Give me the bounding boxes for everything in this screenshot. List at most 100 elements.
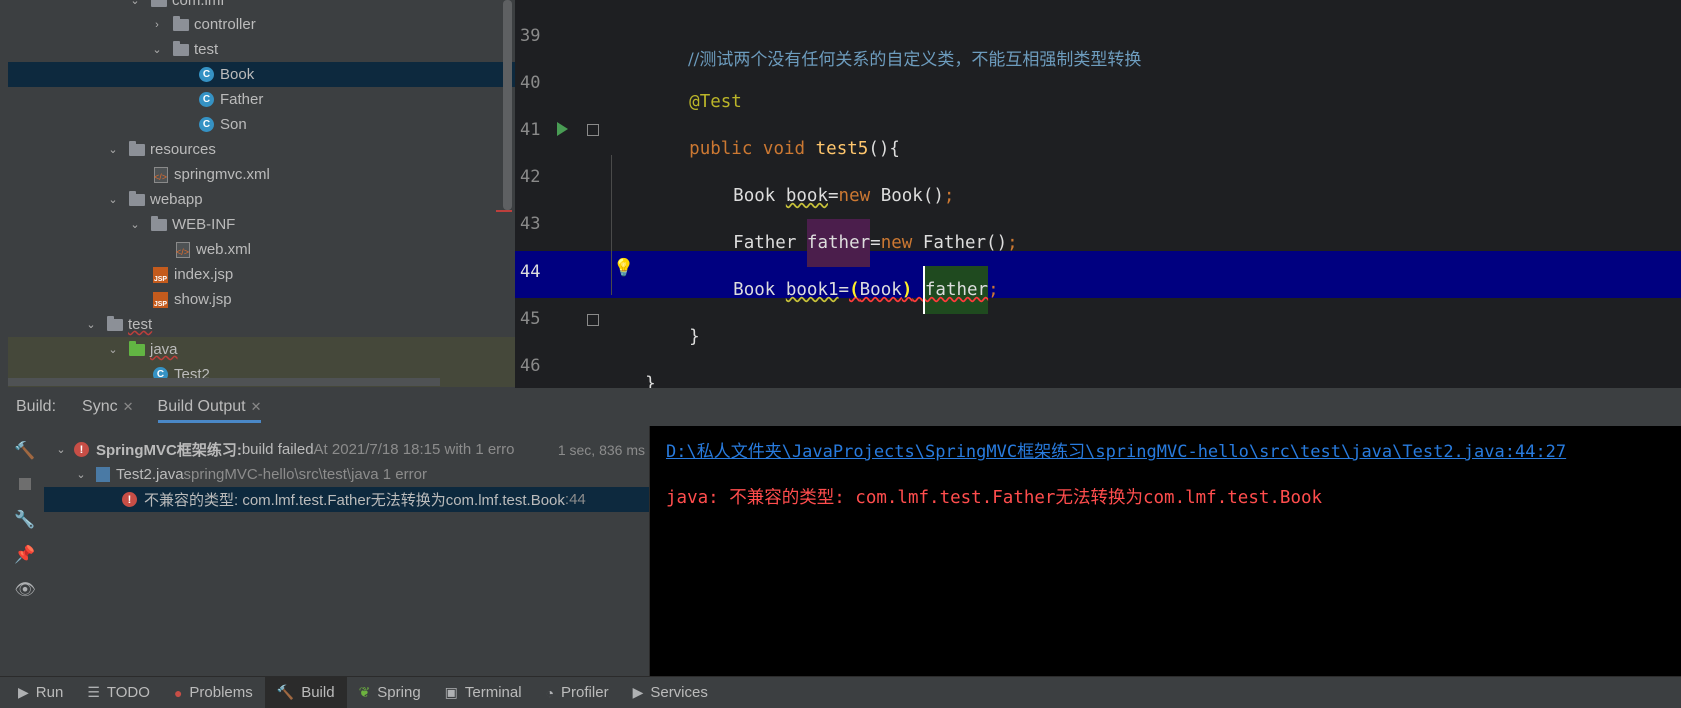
code-editor[interactable]: 39 40 41 42 43 44 45 46 💡 //测试两个没有任何关系的自… (515, 0, 1681, 388)
tool-profiler[interactable]: ◔ Profiler (534, 677, 621, 708)
error-path-link[interactable]: D:\私人文件夹\JavaProjects\SpringMVC框架练习\spri… (666, 442, 1566, 462)
chevron-down-icon[interactable]: ⌄ (106, 193, 120, 206)
tree-item-label: resources (150, 141, 216, 158)
chevron-down-icon[interactable]: ⌄ (106, 343, 120, 356)
jsp-file-icon: JSP (152, 266, 169, 283)
build-title: Build: (16, 398, 57, 415)
tool-spring[interactable]: ❦ Spring (347, 677, 433, 708)
todo-icon: ☰ (87, 684, 100, 700)
tree-item-file-web-xml[interactable]: </> web.xml (8, 237, 515, 262)
tree-item-class-book[interactable]: C Book (8, 62, 515, 87)
tool-label: Profiler (561, 684, 609, 701)
project-panel: ⌄ com.lmf › controller ⌄ test C Book C F… (0, 0, 515, 388)
tool-label: Services (650, 684, 708, 701)
wrench-icon[interactable]: 🔧 (14, 510, 35, 530)
build-error-node[interactable]: ! 不兼容的类型: com.lmf.test.Father无法转换为com.lm… (44, 487, 649, 512)
tree-item-label: java (150, 341, 178, 358)
tool-todo[interactable]: ☰ TODO (75, 677, 162, 708)
pin-icon[interactable]: 📌 (14, 545, 35, 565)
code-line-46: } (603, 354, 656, 388)
tab-label: Sync (82, 398, 118, 415)
chevron-down-icon[interactable]: ⌄ (74, 468, 88, 481)
closing-brace: } (645, 374, 656, 388)
stop-icon[interactable] (15, 474, 35, 494)
tree-item-file-springmvc-xml[interactable]: </> springmvc.xml (8, 162, 515, 187)
folder-icon (106, 315, 123, 333)
build-duration: 1 sec, 836 ms (554, 441, 645, 458)
operator: = (870, 233, 881, 253)
tree-item-package-controller[interactable]: › controller (8, 12, 515, 37)
project-horizontal-scrollbar[interactable] (8, 378, 440, 386)
build-root-node[interactable]: ⌄ ! SpringMVC框架练习: build failed At 2021/… (44, 437, 649, 462)
resources-folder-icon (128, 140, 145, 158)
tree-item-folder-web-inf[interactable]: ⌄ WEB-INF (8, 212, 515, 237)
tree-item-class-son[interactable]: C Son (8, 112, 515, 137)
tree-item-file-index-jsp[interactable]: JSP index.jsp (8, 262, 515, 287)
services-icon: ▶ (632, 684, 644, 700)
tree-item-folder-java[interactable]: ⌄ java (8, 337, 515, 362)
lightbulb-icon[interactable]: 💡 (613, 259, 634, 277)
run-test-icon[interactable] (557, 122, 568, 136)
build-detail: At 2021/7/18 18:15 with 1 erro (313, 441, 515, 458)
type-name: Father (733, 233, 807, 253)
tree-item-label: test (128, 316, 153, 333)
tool-problems[interactable]: ● Problems (162, 677, 265, 708)
operator: = (828, 186, 839, 206)
chevron-down-icon[interactable]: ⌄ (84, 318, 98, 331)
chevron-down-icon[interactable]: ⌄ (106, 143, 120, 156)
tree-item-class-father[interactable]: C Father (8, 87, 515, 112)
tree-item-file-show-jsp[interactable]: JSP show.jsp (8, 287, 515, 312)
class-icon: C (198, 116, 215, 133)
build-console[interactable]: D:\私人文件夹\JavaProjects\SpringMVC框架练习\spri… (650, 426, 1681, 676)
tree-item-folder-webapp[interactable]: ⌄ webapp (8, 187, 515, 212)
tool-build[interactable]: 🔨 Build (264, 677, 347, 708)
tool-terminal[interactable]: ▣ Terminal (433, 677, 534, 708)
line-number: 46 (520, 356, 541, 376)
tool-services[interactable]: ▶ Services (621, 677, 720, 708)
chevron-down-icon[interactable]: ⌄ (150, 43, 164, 56)
eye-icon[interactable]: 👁 (14, 580, 36, 600)
tool-run[interactable]: ▶ Run (0, 677, 75, 708)
fold-icon[interactable] (587, 314, 599, 326)
xml-file-icon: </> (174, 241, 191, 258)
tree-item-folder-test[interactable]: ⌄ test (8, 312, 515, 337)
problems-icon: ● (173, 684, 183, 701)
tab-build-output[interactable]: Build Output ✕ (157, 398, 262, 423)
close-icon[interactable]: ✕ (251, 399, 262, 415)
keyword-new: new (838, 186, 871, 206)
error-file-link[interactable]: D:\私人文件夹\JavaProjects\SpringMVC框架练习\spri… (666, 437, 1566, 462)
tree-item-label: Father (220, 91, 264, 108)
close-icon[interactable]: ✕ (123, 399, 134, 415)
fold-icon[interactable] (587, 124, 599, 136)
error-icon: ! (122, 492, 137, 507)
error-message-line: java: 不兼容的类型: com.lmf.test.Father无法转换为co… (666, 484, 1322, 509)
test-annotation: @Test (689, 92, 742, 112)
chevron-down-icon[interactable]: ⌄ (54, 443, 68, 456)
constructor-call: Book() (870, 186, 944, 206)
tree-item-package-test[interactable]: ⌄ test (8, 37, 515, 62)
keyword-void: void (762, 139, 806, 159)
semicolon: ; (1007, 233, 1018, 253)
build-file-node[interactable]: ⌄ Test2.java springMVC-hello\src\test\ja… (44, 462, 649, 487)
chevron-down-icon[interactable]: ⌄ (128, 218, 142, 231)
indent-guide (611, 155, 612, 295)
build-error-line: :44 (564, 491, 586, 508)
build-status: build failed (241, 441, 314, 458)
spring-icon: ❦ (358, 684, 371, 700)
hammer-build-icon[interactable]: 🔨 (14, 441, 35, 461)
tree-item-folder-resources[interactable]: ⌄ resources (8, 137, 515, 162)
tree-item-label: com.lmf (172, 0, 225, 9)
line-number: 39 (520, 26, 541, 46)
build-file-detail: springMVC-hello\src\test\java 1 error (183, 466, 427, 483)
tab-sync[interactable]: Sync ✕ (82, 398, 133, 416)
tree-item-label: show.jsp (174, 291, 232, 308)
tool-label: Build (301, 684, 335, 701)
cast-paren-open: ( (849, 280, 860, 300)
project-vertical-scrollbar[interactable] (503, 0, 512, 210)
variable-book: book (785, 186, 828, 206)
keyword-public: public (689, 139, 753, 159)
chevron-down-icon[interactable]: ⌄ (128, 0, 142, 7)
tree-item-label: webapp (150, 191, 203, 208)
cast-type: Book (859, 280, 902, 300)
chevron-right-icon[interactable]: › (150, 19, 164, 31)
